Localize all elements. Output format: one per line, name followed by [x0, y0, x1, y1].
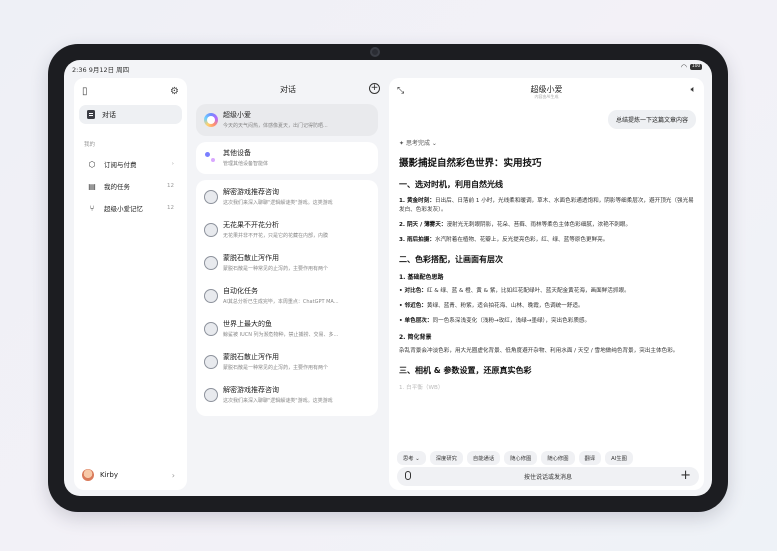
count-badge: 12: [167, 205, 174, 211]
chat-bubble-icon: [204, 355, 218, 369]
sidebar-item-memory[interactable]: ⑂ 超级小爱记忆 12: [79, 200, 182, 216]
wifi-icon: ◠: [680, 63, 687, 71]
status-bar: 2:36 9月12日 周四 ◠ 100: [64, 60, 712, 74]
list-item[interactable]: 解密游戏推荐咨询 这次我们来深入聊聊"逻辑解谜类"游戏。这类游戏: [196, 379, 378, 411]
new-chat-plus-icon[interactable]: +: [369, 83, 380, 94]
thinking-icon: ✦: [399, 140, 406, 147]
xiaoai-logo-icon: [204, 113, 218, 127]
paragraph: 2. 阴天 / 薄雾天：漫射光无刺眼阴影，花朵、苔藓、雨林等柔色主体色彩细腻，浓…: [399, 222, 632, 228]
chat-bubble-icon: [204, 388, 218, 402]
user-name: Kirby: [100, 471, 118, 479]
faded-sub-heading: 1. 白平衡（WB）: [399, 385, 444, 391]
sidebar-item-tasks[interactable]: ▤ 我的任务 12: [79, 178, 182, 194]
section-label-mine: 我的: [84, 142, 96, 148]
chat-bubble-icon: [204, 190, 218, 204]
chip-call[interactable]: 自能通话: [466, 451, 501, 465]
conversation-panel: 对话 + 超级小爱 今天的天气闷热，体感像夏天，出门记得防晒... 其他设备 管…: [192, 78, 384, 490]
sidebar: ▯ ⚙ 对话 我的 ⬡ 订阅与付费 › ▤ 我的任务 12 ⑂ 超级小爱记忆 1…: [74, 78, 187, 490]
conversation-item-xiaoai[interactable]: 超级小爱 今天的天气闷热，体感像夏天，出门记得防晒...: [196, 104, 378, 136]
memory-branch-icon: ⑂: [89, 203, 95, 213]
chip-ai-image[interactable]: AI生图: [605, 451, 633, 465]
message-input-bar[interactable]: 按住说话或发消息 +: [397, 467, 699, 486]
sidebar-toggle-icon[interactable]: ▯: [82, 86, 88, 98]
sub-heading: 2. 简化背景: [399, 334, 432, 341]
response-title: 摄影捕捉自然彩色世界：实用技巧: [399, 158, 542, 169]
chevron-right-icon: ›: [171, 470, 175, 480]
sub-heading: 1. 基础配色思路: [399, 274, 444, 281]
paragraph: 杂乱背景会冲淡色彩，用大光圈虚化背景、低角度避开杂物、利用水面 / 天空 / 雪…: [399, 348, 679, 354]
screen: 2:36 9月12日 周四 ◠ 100 ▯ ⚙ 对话 我的 ⬡ 订阅与付费 ›: [64, 60, 712, 496]
list-item[interactable]: 蒙脱石散止泻作用 蒙脱石散是一种常见的止泻药，主要作用有两个: [196, 346, 378, 378]
chip-deep-research[interactable]: 深度研究: [429, 451, 463, 465]
paragraph: 3. 雨后拍摄：水汽附着在植物、花瓣上，反光提亮色彩，红、绿、蓝等原色更鲜亮。: [399, 237, 609, 243]
sidebar-item-label: 对话: [102, 110, 116, 119]
list-item[interactable]: 世界上最大的鱼 鲸鲨被 IUCN 列为濒危物种，禁止捕捞、交易、多...: [196, 313, 378, 345]
chevron-right-icon: ›: [171, 161, 174, 167]
section-heading: 二、色彩搭配，让画面有层次: [399, 255, 503, 264]
chat-doc-icon: [87, 110, 95, 119]
chat-bubble-icon: [204, 223, 218, 237]
chip-photo-edit-2[interactable]: 随心修图: [541, 451, 575, 465]
chip-photo-edit[interactable]: 随心修图: [504, 451, 538, 465]
section-heading: 一、选对时机，利用自然光线: [399, 180, 503, 189]
battery-icon: 100: [690, 64, 702, 70]
cube-icon: ⬡: [88, 159, 96, 169]
chevron-down-icon: ⌄: [429, 140, 437, 147]
chat-subtitle: 内容由AI生成: [534, 94, 559, 99]
message-input-placeholder[interactable]: 按住说话或发消息: [397, 472, 699, 481]
devices-dots-icon: [204, 151, 218, 165]
assistant-response: 摄影捕捉自然彩色世界：实用技巧 一、选对时机，利用自然光线 1. 黄金时刻：日出…: [399, 155, 697, 391]
bullet-item: • 对比色：红 & 绿、蓝 & 橙、黄 & 紫，比如红花配绿叶、蓝天配金黄花海，…: [399, 288, 630, 294]
speaker-icon[interactable]: 🔈︎: [691, 85, 696, 95]
conversation-history-list: 解密游戏推荐咨询 这次我们来深入聊聊"逻辑解谜类"游戏。这类游戏 无花果不开花分…: [196, 180, 378, 416]
chat-bubble-icon: [204, 256, 218, 270]
user-profile[interactable]: Kirby ›: [82, 468, 179, 482]
chip-translate[interactable]: 翻译: [578, 451, 602, 465]
conversation-title: 对话: [280, 85, 296, 94]
bullet-item: • 单色层次：同一色系深浅变化（浅粉→玫红，浅绿→墨绿），突出色彩质感。: [399, 318, 591, 324]
conversation-item-devices[interactable]: 其他设备 管理其他设备智能体: [196, 142, 378, 174]
quick-action-chips: 思考 ⌄ 深度研究 自能通话 随心修图 随心修图 翻译 AI生图: [397, 451, 633, 465]
list-item[interactable]: 无花果不开花分析 无花果并非不开花，只是它的花藏在内部，内膜: [196, 214, 378, 246]
avatar: [82, 469, 94, 481]
status-time-date: 2:36 9月12日 周四: [72, 66, 130, 74]
chat-bubble-icon: [204, 322, 218, 336]
thinking-status[interactable]: ✦ 思考完成 ⌄: [399, 138, 437, 147]
chat-panel: ⤡ 超级小爱 内容由AI生成 🔈︎ 总结提炼一下这篇文章内容 ✦ 思考完成 ⌄ …: [389, 78, 704, 490]
front-camera: [370, 47, 380, 57]
chip-think[interactable]: 思考 ⌄: [397, 451, 426, 465]
list-item[interactable]: 解密游戏推荐咨询 这次我们来深入聊聊"逻辑解谜类"游戏。这类游戏: [196, 181, 378, 213]
sidebar-item-chat[interactable]: 对话: [79, 105, 182, 124]
paragraph: 1. 黄金时刻：日出后、日落前 1 小时，光线柔和暖调，草木、水面色彩通透饱和，…: [399, 198, 694, 213]
list-item[interactable]: 自动化任务 AI其总分析已生成完毕，本周重点：ChatGPT MA...: [196, 280, 378, 312]
tablet-frame: 2:36 9月12日 周四 ◠ 100 ▯ ⚙ 对话 我的 ⬡ 订阅与付费 ›: [48, 44, 728, 512]
task-list-icon: ▤: [88, 181, 96, 191]
sidebar-item-subscription[interactable]: ⬡ 订阅与付费 ›: [79, 156, 182, 172]
chat-bubble-icon: [204, 289, 218, 303]
add-plus-icon[interactable]: +: [680, 468, 691, 483]
list-item[interactable]: 蒙脱石散止泻作用 蒙脱石散是一种常见的止泻药，主要作用有两个: [196, 247, 378, 279]
bullet-item: • 邻近色：黄绿、蓝青、粉紫，适合拍花海、山林、晚霞，色调统一舒适。: [399, 303, 584, 309]
user-message-bubble: 总结提炼一下这篇文章内容: [607, 110, 696, 129]
count-badge: 12: [167, 183, 174, 189]
settings-gear-icon[interactable]: ⚙: [170, 86, 179, 98]
section-heading: 三、相机 & 参数设置，还原真实色彩: [399, 366, 532, 375]
